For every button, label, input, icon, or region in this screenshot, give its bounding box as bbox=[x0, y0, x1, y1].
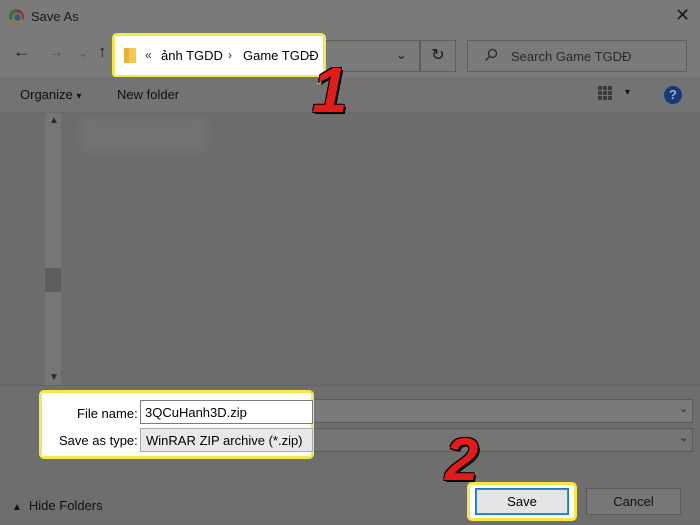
save-type-select[interactable]: WinRAR ZIP archive (*.zip) bbox=[140, 428, 313, 452]
organize-button[interactable]: Organize ▾ bbox=[20, 87, 81, 102]
breadcrumb-item-anh-tgdd[interactable]: ảnh TGDD bbox=[161, 48, 223, 63]
address-dropdown-icon[interactable]: ⌄ bbox=[396, 47, 407, 63]
up-arrow-icon[interactable]: ↑ bbox=[98, 43, 107, 61]
breadcrumb-item-game-tgdd[interactable]: Game TGDĐ bbox=[243, 48, 319, 63]
back-arrow-icon[interactable]: ← bbox=[13, 43, 30, 61]
title-bar: Save As ✕ bbox=[0, 0, 700, 33]
folder-icon bbox=[124, 48, 136, 63]
cancel-button[interactable]: Cancel bbox=[586, 488, 681, 515]
search-box[interactable]: Search Game TGDĐ bbox=[467, 40, 687, 72]
search-icon bbox=[485, 48, 498, 61]
view-dropdown-icon[interactable]: ▾ bbox=[625, 87, 630, 98]
new-folder-button[interactable]: New folder bbox=[117, 87, 179, 102]
save-button[interactable]: Save bbox=[475, 488, 569, 515]
file-details-highlight: File name: Save as type: WinRAR ZIP arch… bbox=[39, 390, 314, 459]
chrome-icon bbox=[9, 9, 24, 24]
window-title: Save As bbox=[31, 9, 79, 24]
file-name-label: File name: bbox=[77, 406, 138, 421]
organize-label: Organize bbox=[20, 87, 73, 102]
file-list-pane[interactable] bbox=[0, 113, 700, 385]
save-type-dropdown-icon[interactable]: ⌄ bbox=[679, 431, 688, 444]
vertical-scrollbar[interactable] bbox=[45, 113, 61, 385]
file-list-item[interactable] bbox=[80, 118, 208, 152]
save-highlight: Save bbox=[467, 482, 577, 521]
breadcrumb-separator-icon[interactable]: › bbox=[228, 48, 232, 62]
save-type-label: Save as type: bbox=[59, 433, 138, 448]
step-1-marker: 1 bbox=[311, 54, 349, 126]
close-icon[interactable]: ✕ bbox=[675, 6, 690, 24]
breadcrumb-overflow-icon[interactable]: « bbox=[145, 48, 152, 62]
help-icon[interactable]: ? bbox=[664, 86, 682, 104]
refresh-icon[interactable]: ↻ bbox=[420, 40, 456, 72]
hide-folders-button[interactable]: ▲ Hide Folders bbox=[12, 498, 103, 513]
file-name-field-extension[interactable] bbox=[312, 399, 693, 423]
step-2-marker: 2 bbox=[444, 426, 479, 493]
scroll-down-icon[interactable]: ▼ bbox=[49, 372, 59, 383]
organize-dropdown-icon: ▾ bbox=[76, 91, 82, 102]
breadcrumb[interactable]: « ảnh TGDD › Game TGDĐ bbox=[112, 33, 326, 78]
save-type-field-extension[interactable] bbox=[312, 428, 693, 452]
scrollbar-thumb[interactable] bbox=[45, 268, 61, 292]
search-placeholder: Search Game TGDĐ bbox=[511, 49, 632, 64]
file-name-dropdown-icon[interactable]: ⌄ bbox=[679, 402, 688, 415]
chevron-up-icon: ▲ bbox=[12, 502, 22, 513]
view-options-icon[interactable] bbox=[598, 86, 612, 100]
scroll-up-icon[interactable]: ▲ bbox=[49, 115, 59, 126]
hide-folders-label: Hide Folders bbox=[28, 498, 103, 513]
recent-locations-chevron-icon[interactable]: ⌄ bbox=[78, 44, 88, 62]
forward-arrow-icon[interactable]: → bbox=[47, 43, 64, 61]
file-name-input[interactable] bbox=[140, 400, 313, 424]
command-toolbar: Organize ▾ New folder ▾ bbox=[0, 77, 700, 113]
